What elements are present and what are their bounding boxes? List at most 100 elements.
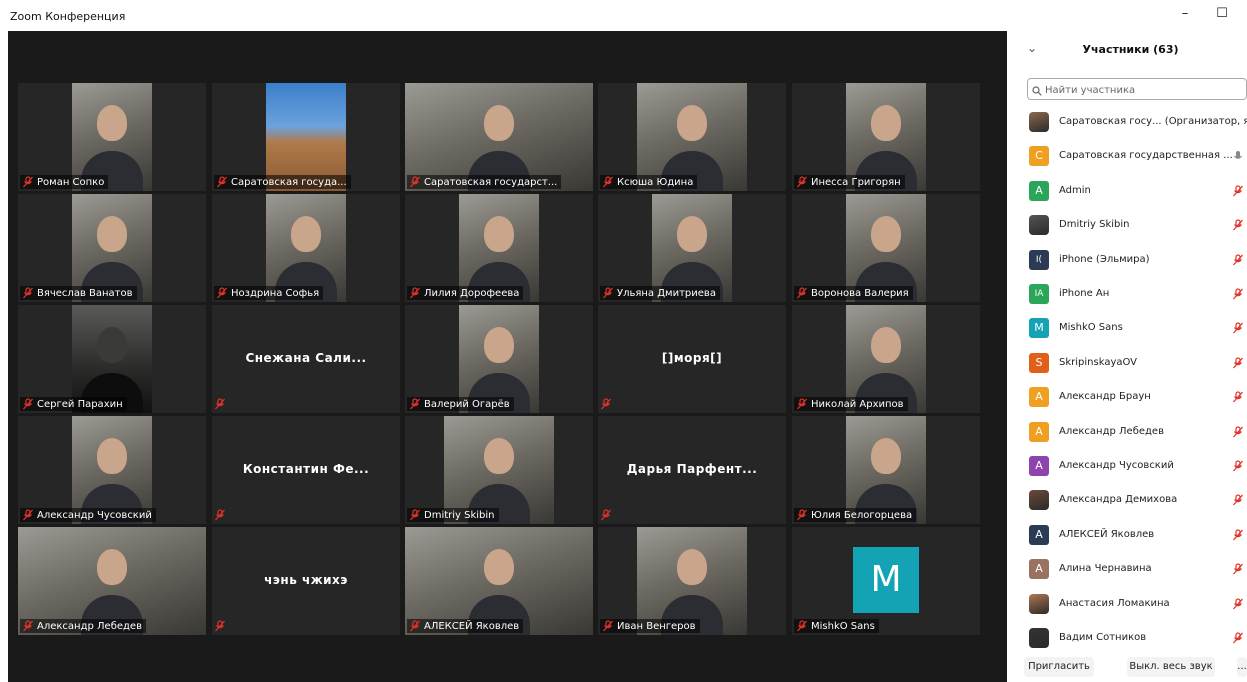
invite-button[interactable]: Пригласить [1024, 657, 1094, 677]
person-head [677, 105, 707, 141]
tile-name-label: Сергей Парахин [20, 397, 127, 411]
participant-name: iPhone (Эльмира) [1059, 253, 1150, 265]
participant-avatar [1029, 593, 1049, 614]
participant-row[interactable]: Dmitriy Skibin [1014, 208, 1247, 242]
participant-name: Александр Лебедев [1059, 425, 1164, 437]
muted-mic-icon [410, 509, 420, 521]
video-tile[interactable]: Ноздрина Софья [212, 194, 400, 302]
video-tile[interactable]: Иван Венгеров [598, 527, 786, 635]
muted-mic-icon [217, 287, 227, 299]
title-bar: Zoom Конференция – ☐ [0, 0, 1247, 31]
tile-name-label: Саратовская госуда... [214, 175, 351, 189]
muted-mic-icon [1233, 288, 1243, 300]
participant-row[interactable]: S SkripinskayaOV [1014, 346, 1247, 380]
video-tile[interactable]: Саратовская госуда... [212, 83, 400, 191]
video-tile[interactable]: АЛЕКСЕЙ Яковлев [405, 527, 593, 635]
muted-mic-icon [410, 620, 420, 632]
mute-all-button[interactable]: Выкл. весь звук [1127, 657, 1215, 677]
muted-mic-icon [1233, 632, 1243, 644]
muted-mic-icon [215, 509, 225, 521]
muted-mic-icon [603, 176, 613, 188]
participant-avatar: IA [1029, 284, 1049, 304]
mic-icon [1234, 151, 1242, 160]
participant-name: Лилия Дорофеева [424, 287, 520, 299]
video-tile[interactable]: Дарья Парфент... [598, 416, 786, 524]
video-tile[interactable]: Ульяна Дмитриева [598, 194, 786, 302]
video-tile[interactable]: Валерий Огарёв [405, 305, 593, 413]
participant-row[interactable]: Анастасия Ломакина [1014, 587, 1247, 621]
person-head [97, 105, 127, 141]
participant-row[interactable]: Александра Демихова [1014, 483, 1247, 517]
video-tile[interactable]: чэнь чжихэ [212, 527, 400, 635]
participant-row[interactable]: A АЛЕКСЕЙ Яковлев [1014, 518, 1247, 552]
participant-search-input[interactable]: Найти участника [1027, 78, 1247, 100]
person-head [484, 438, 514, 474]
video-tile[interactable]: Снежана Сали... [212, 305, 400, 413]
muted-mic-icon [1233, 460, 1243, 472]
person-head [484, 105, 514, 141]
participant-name: Воронова Валерия [811, 287, 909, 299]
tile-name-label: Юлия Белогорцева [794, 508, 917, 522]
participant-row[interactable]: I(iPhone (Эльмира) [1014, 243, 1247, 277]
muted-mic-icon [797, 176, 807, 188]
tile-name-label: Ноздрина Софья [214, 286, 324, 300]
video-tile[interactable]: Саратовская государст... [405, 83, 593, 191]
muted-mic-icon [23, 287, 33, 299]
participant-row[interactable]: A Александр Браун [1014, 380, 1247, 414]
participant-name: Алина Чернавина [1059, 563, 1152, 575]
video-tile[interactable]: []моря[] [598, 305, 786, 413]
participant-row[interactable]: A Александр Лебедев [1014, 415, 1247, 449]
video-tile[interactable]: Сергей Парахин [18, 305, 206, 413]
video-tile[interactable]: M MishkO Sans [792, 527, 980, 635]
participant-name: Иван Венгеров [617, 620, 696, 632]
participant-name: Вячеслав Ванатов [37, 287, 133, 299]
tile-name-label: Ульяна Дмитриева [600, 286, 720, 300]
participant-avatar [1029, 215, 1049, 236]
video-tile[interactable]: Инесса Григорян [792, 83, 980, 191]
participant-avatar: A [1029, 456, 1049, 476]
video-tile[interactable]: Лилия Дорофеева [405, 194, 593, 302]
participant-row[interactable]: C Саратовская государственная ... [1014, 139, 1247, 173]
muted-mic-icon [1233, 357, 1243, 369]
muted-mic-icon [603, 287, 613, 299]
video-tile[interactable]: Воронова Валерия [792, 194, 980, 302]
tile-name-label: Вячеслав Ванатов [20, 286, 137, 300]
tile-name-label: Воронова Валерия [794, 286, 913, 300]
participant-name: Саратовская госуда... [231, 176, 347, 188]
muted-mic-icon [1233, 219, 1243, 231]
gallery-view: Роман Сопко Саратовская госуда... Саратовс… [8, 31, 1007, 682]
participant-row[interactable]: IA iPhone Ан [1014, 277, 1247, 311]
participant-avatar: A [1029, 421, 1049, 442]
window-title: Zoom Конференция [10, 10, 126, 23]
participant-row[interactable]: A Admin [1014, 174, 1247, 208]
participant-row[interactable]: Саратовская госу... (Организатор, я) [1014, 105, 1247, 139]
maximize-button[interactable]: ☐ [1207, 6, 1237, 26]
panel-title: Участники (63) [1082, 43, 1179, 56]
video-tile[interactable]: Николай Архипов [792, 305, 980, 413]
minimize-button[interactable]: – [1170, 6, 1200, 26]
participant-avatar: M [853, 547, 919, 613]
person-head [97, 216, 127, 252]
participant-name: Юлия Белогорцева [811, 509, 913, 521]
participant-row[interactable]: M MishkO Sans [1014, 311, 1247, 345]
video-tile[interactable]: Роман Сопко [18, 83, 206, 191]
participant-row[interactable]: Вадим Сотников [1014, 621, 1247, 653]
video-tile[interactable]: Александр Лебедев [18, 527, 206, 635]
participant-name: Сергей Парахин [37, 398, 123, 410]
muted-mic-icon [797, 287, 807, 299]
participant-avatar [1029, 112, 1049, 132]
video-tile[interactable]: Dmitriy Skibin [405, 416, 593, 524]
video-tile[interactable]: Константин Фе... [212, 416, 400, 524]
tile-name-label [600, 397, 615, 411]
video-tile[interactable]: Александр Чусовский [18, 416, 206, 524]
participant-avatar: A [1029, 524, 1049, 545]
tile-name-label: MishkO Sans [794, 619, 879, 633]
participant-row[interactable]: A Алина Чернавина [1014, 552, 1247, 586]
participant-row[interactable]: A Александр Чусовский [1014, 449, 1247, 483]
video-tile[interactable]: Юлия Белогорцева [792, 416, 980, 524]
person-head [871, 105, 901, 141]
video-tile[interactable]: Вячеслав Ванатов [18, 194, 206, 302]
participant-name: Александр Чусовский [37, 509, 152, 521]
more-button[interactable]: ... [1237, 657, 1247, 677]
video-tile[interactable]: Ксюша Юдина [598, 83, 786, 191]
